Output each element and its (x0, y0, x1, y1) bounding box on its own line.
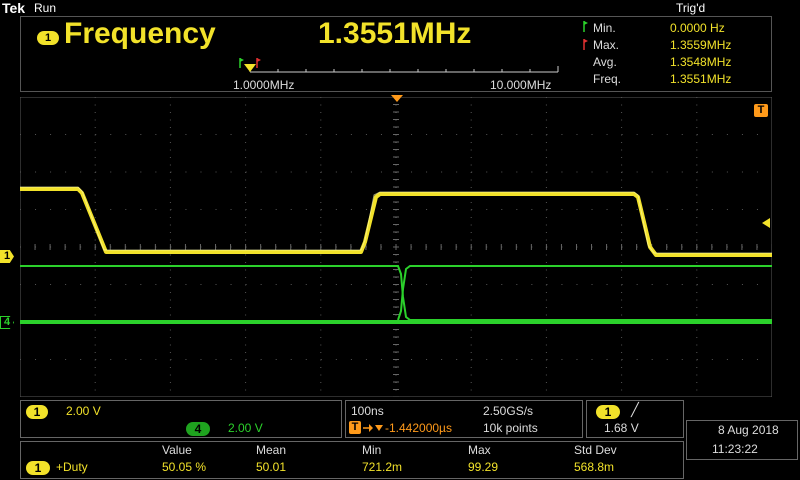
sample-rate: 2.50GS/s (483, 404, 534, 418)
ch4-scale: 2.00 V (228, 421, 263, 435)
stat-max-label: Max. (593, 38, 620, 52)
scale-max-label: 10.000MHz (490, 78, 552, 92)
stat-avg-label: Avg. (593, 55, 617, 69)
stats-header-mean: Mean (256, 443, 287, 457)
trigger-badge[interactable]: T (754, 104, 768, 117)
trigger-offset: -1.442000µs (385, 421, 452, 435)
min-marker-icon (239, 58, 244, 68)
run-state: Run (34, 1, 57, 15)
record-length: 10k points (483, 421, 538, 435)
ch1-badge: 1 (26, 405, 48, 419)
stats-row-name: +Duty (56, 460, 88, 474)
waveform-display[interactable] (20, 97, 772, 397)
trigger-slope-icon: ╱ (631, 402, 639, 417)
brand-logo: Tek (2, 0, 26, 16)
trigger-position-icon[interactable] (391, 94, 403, 103)
trigger-offset-arrow-icon (363, 424, 383, 432)
stat-freq-label: Freq. (593, 72, 622, 86)
scale-min-label: 1.0000MHz (233, 78, 295, 92)
measurement-value: 1.3551MHz (318, 17, 472, 50)
time-display: 11:23:22 (712, 442, 758, 456)
stats-row-stddev: 568.8m (574, 460, 615, 474)
measurement-name: Frequency (64, 17, 216, 50)
stats-header-max: Max (468, 443, 491, 457)
min-flag-icon (583, 21, 588, 32)
ch4-ground-marker[interactable]: 4 (0, 316, 14, 329)
ch4-badge: 4 (186, 422, 210, 436)
stat-flags (583, 21, 588, 50)
trigger-offset-badge: T (349, 421, 361, 434)
trigger-source-badge: 1 (596, 405, 620, 419)
stats-row-mean: 50.01 (256, 460, 287, 474)
stats-row-max: 99.29 (468, 460, 499, 474)
date-display: 8 Aug 2018 (718, 423, 779, 437)
current-value-marker-icon (244, 64, 256, 72)
ch1-scale: 2.00 V (66, 404, 101, 418)
trigger-level-icon[interactable] (760, 218, 770, 228)
stat-min-label: Min. (593, 21, 616, 35)
max-marker-icon (256, 58, 261, 68)
stats-header-min: Min (362, 443, 382, 457)
stats-row-min: 721.2m (362, 460, 403, 474)
ch1-ground-marker[interactable]: 1 (0, 250, 14, 263)
stats-header-value: Value (162, 443, 192, 457)
max-flag-icon (583, 39, 588, 50)
stats-header-stddev: Std Dev (574, 443, 617, 457)
stat-freq-value: 1.3551MHz (670, 72, 732, 86)
stats-row-channel-badge: 1 (26, 461, 50, 475)
stat-max-value: 1.3559MHz (670, 38, 732, 52)
stats-row-value: 50.05 % (162, 460, 207, 474)
trigger-level: 1.68 V (604, 421, 639, 435)
stat-min-value: 0.0000 Hz (670, 21, 725, 35)
timebase: 100ns (351, 404, 384, 418)
trigger-state: Trig'd (676, 1, 706, 15)
ch4-waveform (20, 265, 772, 324)
stat-avg-value: 1.3548MHz (670, 55, 732, 69)
measurement-channel-badge: 1 (37, 31, 59, 45)
